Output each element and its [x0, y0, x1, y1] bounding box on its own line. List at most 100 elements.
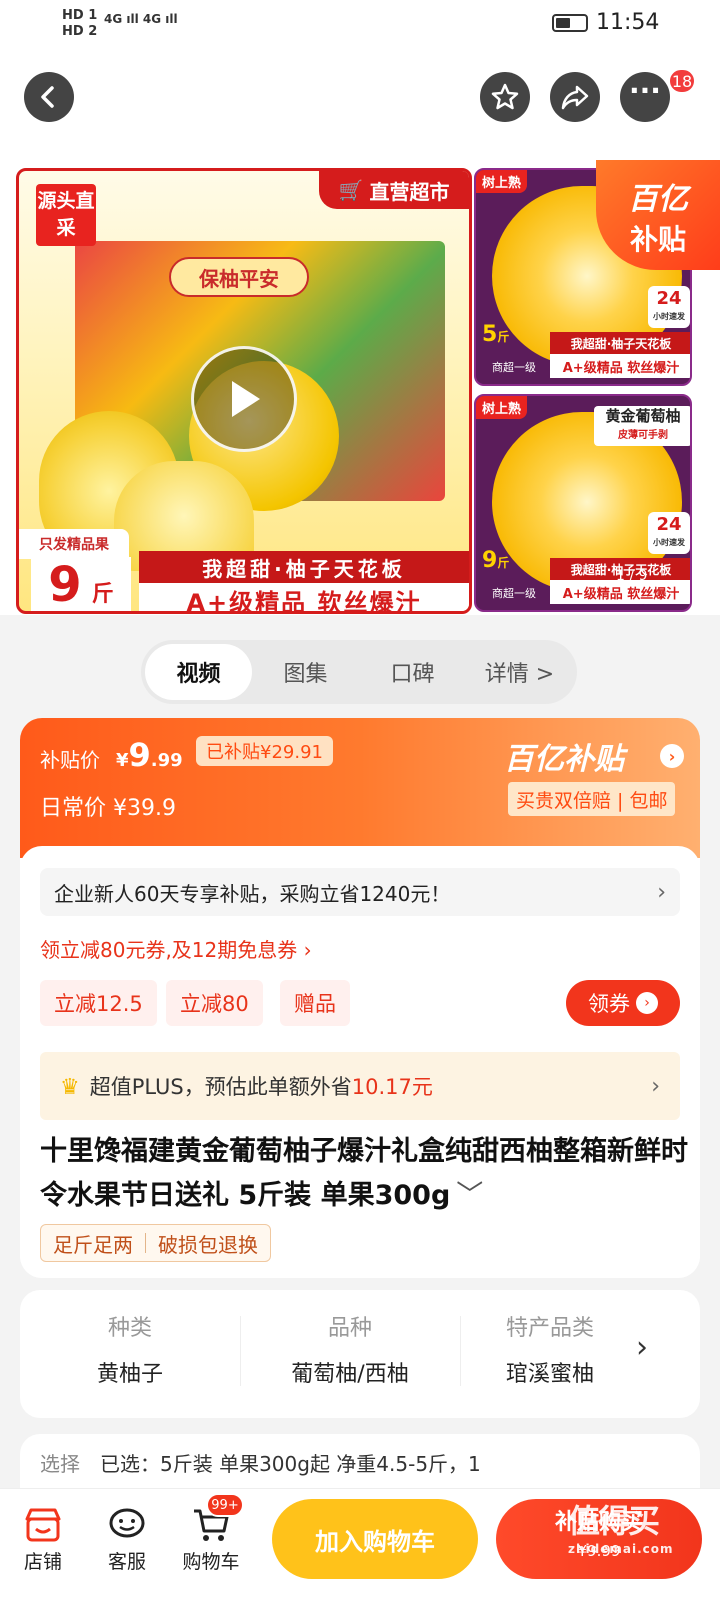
newcomer-text: 企业新人60天专享补贴，采购立省1240元！: [54, 881, 451, 906]
image-counter: 1 / 9: [616, 568, 648, 584]
price-header: 补贴价 ¥9.99 已补贴¥29.91 日常价 ¥39.9 百亿补贴 › 买贵双…: [20, 718, 700, 858]
cart-label: 购物车: [182, 1551, 240, 1573]
billion-subsidy-badge: 百亿 补贴: [596, 160, 720, 270]
signal-icon: 4G ıll 4G ıll: [104, 12, 178, 26]
more-dots-icon: ···: [629, 74, 661, 107]
billion-subsidy-logo[interactable]: 百亿补贴: [504, 734, 624, 778]
thumb-weight: 5斤: [482, 322, 509, 347]
share-button[interactable]: [550, 72, 600, 122]
thumbnail-2[interactable]: 树上熟 黄金葡萄柚 皮薄可手剥 24 小时速发 9斤 商超一级 我超甜·柚子天花板 …: [474, 394, 692, 612]
thin-peel-label: 皮薄可手剥: [618, 430, 668, 441]
main-product-video[interactable]: 保柚平安 源头直采 🛒 直营超市 只发精品果 9斤 我超甜·柚子天花板 A+级精品…: [16, 168, 472, 614]
thumb-banner-1: 我超甜·柚子天花板: [550, 332, 690, 354]
attribute-type: 种类 黄柚子: [20, 1310, 240, 1388]
weight-label: 9斤: [31, 557, 131, 613]
thumb-weight-number: 5: [482, 322, 498, 347]
weight-number: 9: [48, 557, 82, 613]
subsidy-price: ¥9.99: [116, 736, 183, 774]
price-card: 补贴价 ¥9.99 已补贴¥29.91 日常价 ¥39.9 百亿补贴 › 买贵双…: [20, 718, 700, 1278]
chevron-right-icon: ›: [636, 992, 658, 1014]
media-tabs: 视频 图集 口碑 详情 >: [141, 640, 577, 704]
more-badge: 18: [668, 68, 696, 94]
favorite-button[interactable]: [480, 72, 530, 122]
price-integer: 9: [128, 736, 151, 774]
tab-video[interactable]: 视频: [145, 644, 252, 700]
battery-icon: [552, 14, 588, 32]
chevron-right-icon[interactable]: ›: [636, 1330, 648, 1365]
attributes-card[interactable]: 种类 黄柚子 品种 葡萄柚/西柚 特产品类 琯溪蜜柚 ›: [20, 1290, 700, 1418]
cart-badge: 99+: [206, 1493, 244, 1517]
chevron-right-icon[interactable]: ›: [660, 744, 684, 768]
shop-icon: [8, 1503, 78, 1547]
supermarket-label: 直营超市: [369, 179, 450, 204]
thumb-weight-number: 9: [482, 548, 498, 573]
play-icon: [232, 381, 260, 417]
plus-text: 超值PLUS，预估此单额外省: [89, 1075, 352, 1099]
status-right: 11:54: [552, 10, 659, 35]
service-tag: 破损包退换: [158, 1232, 258, 1257]
selection-value: 已选：5斤装 单果300g起 净重4.5-5斤，1: [100, 1452, 481, 1476]
get-coupon-button[interactable]: 领券 ›: [566, 980, 680, 1026]
product-title[interactable]: 十里馋福建黄金葡萄柚子爆汁礼盒纯甜西柚整箱新鲜时令水果节日送礼 5斤装 单果30…: [40, 1130, 690, 1218]
attribute-variety: 品种 葡萄柚/西柚: [240, 1310, 460, 1388]
delivery-hours: 24: [656, 288, 682, 309]
tree-ripe-tag: 树上熟: [476, 396, 528, 419]
grade-label: 商超一级: [492, 587, 536, 600]
get-coupon-label: 领券: [588, 992, 630, 1016]
newcomer-subsidy-row[interactable]: 企业新人60天专享补贴，采购立省1240元！ ›: [40, 868, 680, 916]
more-button[interactable]: ···: [620, 72, 670, 122]
discount-chip-2[interactable]: 立减80: [166, 980, 263, 1026]
service-tag: 足斤足两: [53, 1232, 133, 1257]
discount-chip-1[interactable]: 立减12.5: [40, 980, 157, 1026]
thumb-weight: 9斤: [482, 548, 509, 573]
thumb-weight-unit: 斤: [497, 330, 510, 344]
subsidy-label: 补贴: [629, 223, 686, 256]
top-nav: [0, 50, 720, 170]
attribute-key: 特产品类: [505, 1316, 594, 1341]
add-to-cart-button[interactable]: 加入购物车: [272, 1499, 478, 1579]
shop-label: 店铺: [23, 1551, 62, 1573]
play-video-button[interactable]: [191, 346, 297, 452]
weight-unit: 斤: [91, 582, 114, 607]
chevron-right-icon: ›: [657, 879, 666, 905]
sweet-banner: 我超甜·柚子天花板: [139, 551, 469, 583]
coupon-link[interactable]: 领立减80元券,及12期免息券 ›: [40, 934, 312, 963]
plus-amount: 10.17元: [351, 1075, 433, 1099]
billion-label: 百亿: [628, 182, 688, 217]
status-bar: HD 1 HD 2 4G ıll 4G ıll 11:54: [0, 0, 720, 50]
service-label: 客服: [107, 1551, 146, 1573]
tab-gallery[interactable]: 图集: [252, 644, 359, 700]
selection-row[interactable]: 选择 已选：5斤装 单果300g起 净重4.5-5斤，1: [20, 1434, 700, 1494]
supermarket-tag: 🛒 直营超市: [319, 171, 469, 209]
tab-reviews[interactable]: 口碑: [359, 644, 466, 700]
thumb-weight-unit: 斤: [497, 556, 510, 570]
attribute-value: 黄柚子: [96, 1362, 163, 1387]
crown-icon: ♛: [60, 1075, 80, 1100]
back-button[interactable]: [24, 72, 74, 122]
attribute-specialty: 特产品类 琯溪蜜柚: [460, 1310, 640, 1388]
plus-savings-row[interactable]: ♛ 超值PLUS，预估此单额外省10.17元 ›: [40, 1052, 680, 1120]
grade-banner: A+级精品 软丝爆汁: [139, 583, 469, 611]
chat-icon: [92, 1503, 162, 1547]
golden-grapefruit-label: 黄金葡萄柚: [605, 407, 681, 425]
tab-details[interactable]: 详情 >: [466, 644, 573, 700]
watermark-sub: zhidemai.com: [568, 1542, 674, 1556]
subsidy-price-label: 补贴价: [40, 748, 100, 772]
thumb-banner-2: A+级精品 软丝爆汁: [550, 354, 690, 378]
golden-grapefruit-tag: 黄金葡萄柚皮薄可手剥: [594, 406, 690, 446]
customer-service-button[interactable]: 客服: [92, 1503, 162, 1574]
service-tags: 足斤足两 破损包退换: [40, 1224, 271, 1262]
price-body: 企业新人60天专享补贴，采购立省1240元！ › 领立减80元券,及12期免息券…: [20, 846, 700, 1278]
selection-label: 选择: [40, 1452, 80, 1476]
chevron-right-icon: ›: [651, 1073, 660, 1099]
hd2-label: HD 2: [62, 24, 98, 39]
only-premium-label: 只发精品果: [19, 529, 129, 559]
delivery-hours: 24: [656, 514, 682, 535]
cart-icon: 🛒: [338, 178, 364, 202]
box-title: 保柚平安: [169, 257, 309, 297]
guarantee-label: 买贵双倍赔 | 包邮: [508, 782, 676, 816]
source-tag: 源头直采: [36, 184, 96, 246]
back-arrow-icon: [41, 86, 54, 108]
gift-chip[interactable]: 赠品: [280, 980, 350, 1026]
shop-button[interactable]: 店铺: [8, 1503, 78, 1574]
